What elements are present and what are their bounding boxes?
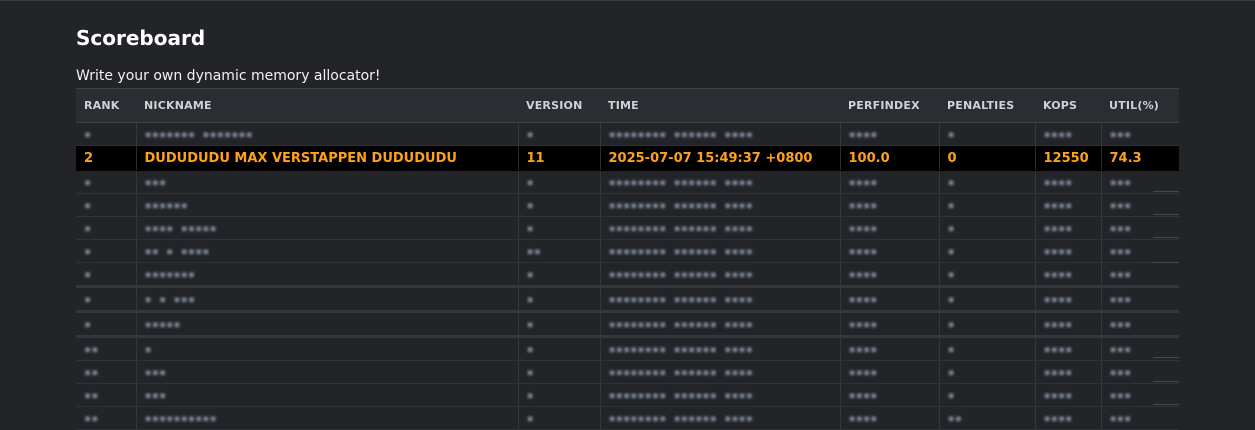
blurred-row: ▪ ▪▪▪▪▪ ▪ ▪▪▪▪▪▪▪▪ ▪▪▪▪▪▪ ▪▪▪▪ ▪▪▪▪ ▪ ▪▪▪▪ ▪▪▪: [76, 311, 1179, 338]
header-version[interactable]: VERSION: [518, 88, 600, 123]
blurred-row: ▪ ▪▪▪▪▪▪▪ ▪▪▪▪▪▪▪ ▪ ▪▪▪▪▪▪▪▪ ▪▪▪▪▪▪ ▪▪▪▪ ▪▪▪…: [76, 122, 1179, 146]
table-header-row: RANK NICKNAME VERSION TIME PERFINDEX PEN…: [76, 88, 1179, 123]
header-rank[interactable]: RANK: [76, 88, 136, 123]
blurred-row: ▪▪ ▪ ▪ ▪▪▪▪▪▪▪▪ ▪▪▪▪▪▪ ▪▪▪▪ ▪▪▪▪ ▪ ▪▪▪▪ ▪▪▪: [76, 336, 1179, 361]
row-divider: [1153, 214, 1179, 215]
highlight-kops: 12550: [1034, 145, 1101, 171]
header-perfindex[interactable]: PERFINDEX: [840, 88, 939, 123]
header-util[interactable]: UTIL(%): [1101, 88, 1179, 123]
blurred-row: ▪▪ ▪▪▪ ▪ ▪▪▪▪▪▪▪▪ ▪▪▪▪▪▪ ▪▪▪▪ ▪▪▪▪ ▪ ▪▪▪▪ ▪▪▪: [76, 360, 1179, 384]
blurred-row: ▪▪ ▪▪▪▪▪▪▪▪▪▪ ▪ ▪▪▪▪▪▪▪▪ ▪▪▪▪▪▪ ▪▪▪▪ ▪▪▪▪ ▪▪ ▪…: [76, 406, 1179, 430]
page-subtitle: Write your own dynamic memory allocator!: [76, 68, 381, 84]
highlight-time: 2025-07-07 15:49:37 +0800: [599, 145, 840, 171]
blurred-row: ▪ ▪▪▪▪ ▪▪▪▪▪ ▪ ▪▪▪▪▪▪▪▪ ▪▪▪▪▪▪ ▪▪▪▪ ▪▪▪▪ ▪ ▪▪▪…: [76, 216, 1179, 240]
highlight-version: 11: [517, 145, 600, 171]
blurred-row: ▪ ▪▪▪▪▪▪▪ ▪ ▪▪▪▪▪▪▪▪ ▪▪▪▪▪▪ ▪▪▪▪ ▪▪▪▪ ▪ ▪▪▪▪ ▪▪…: [76, 262, 1179, 288]
row-divider: [1153, 404, 1179, 405]
highlight-util: 74.3: [1100, 145, 1179, 171]
row-divider: [1153, 357, 1179, 358]
blurred-row: ▪ ▪▪▪ ▪ ▪▪▪▪▪▪▪▪ ▪▪▪▪▪▪ ▪▪▪▪ ▪▪▪▪ ▪ ▪▪▪▪ ▪▪▪: [76, 170, 1179, 194]
highlight-rank: 2: [76, 145, 136, 171]
header-time[interactable]: TIME: [600, 88, 840, 123]
highlight-perfindex: 100.0: [839, 145, 939, 171]
header-kops[interactable]: KOPS: [1035, 88, 1101, 123]
scoreboard-table: RANK NICKNAME VERSION TIME PERFINDEX PEN…: [76, 88, 1179, 430]
blurred-row: ▪▪ ▪▪▪ ▪ ▪▪▪▪▪▪▪▪ ▪▪▪▪▪▪ ▪▪▪▪ ▪▪▪▪ ▪ ▪▪▪▪ ▪▪▪: [76, 383, 1179, 407]
blurred-row: ▪ ▪▪ ▪ ▪▪▪▪ ▪▪ ▪▪▪▪▪▪▪▪ ▪▪▪▪▪▪ ▪▪▪▪ ▪▪▪▪ ▪ ▪▪▪…: [76, 239, 1179, 263]
blurred-row: ▪ ▪▪▪▪▪▪ ▪ ▪▪▪▪▪▪▪▪ ▪▪▪▪▪▪ ▪▪▪▪ ▪▪▪▪ ▪ ▪▪▪▪ ▪▪▪: [76, 193, 1179, 217]
header-penalties[interactable]: PENALTIES: [939, 88, 1035, 123]
row-divider: [1153, 381, 1179, 382]
top-border: [0, 0, 1255, 1]
blurred-row: ▪ ▪ ▪ ▪▪▪ ▪ ▪▪▪▪▪▪▪▪ ▪▪▪▪▪▪ ▪▪▪▪ ▪▪▪▪ ▪ ▪▪▪▪ ▪▪…: [76, 286, 1179, 313]
header-nickname[interactable]: NICKNAME: [136, 88, 518, 123]
highlight-nickname: DUDUDUDU MAX VERSTAPPEN DUDUDUDU: [135, 145, 518, 171]
row-divider: [1153, 262, 1179, 263]
highlight-penalties: 0: [938, 145, 1035, 171]
highlighted-row[interactable]: 2 DUDUDUDU MAX VERSTAPPEN DUDUDUDU 11 20…: [76, 145, 1179, 171]
row-divider: [1153, 237, 1179, 238]
row-divider: [1153, 191, 1179, 192]
page-title: Scoreboard: [76, 26, 206, 50]
